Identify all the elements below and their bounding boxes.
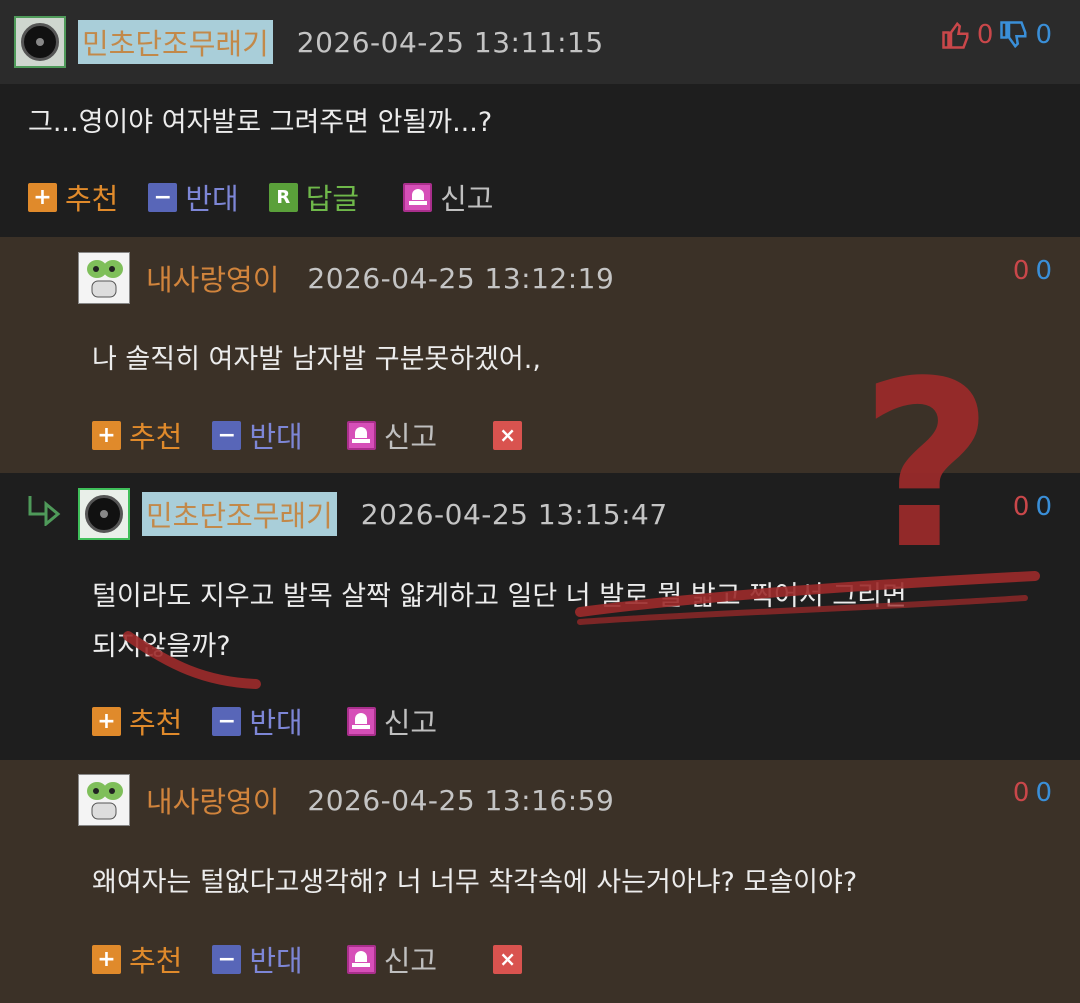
- recommend-button[interactable]: + 추천: [92, 414, 182, 456]
- comment-4-header: 내사랑영이 2026-04-25 13:16:59: [78, 774, 614, 826]
- gauge-disk-icon: [21, 23, 59, 61]
- minus-icon: −: [212, 420, 242, 450]
- report-button[interactable]: 신고: [346, 938, 437, 980]
- upvote-count: 0: [976, 20, 994, 50]
- comment-timestamp: 2026-04-25 13:15:47: [360, 497, 668, 531]
- comment-4-votes: 0 0: [1013, 778, 1052, 808]
- siren-icon: [403, 182, 433, 212]
- comment-3-actions: + 추천 − 반대 신고: [92, 700, 467, 742]
- comment-body-line-1: 털이라도 지우고 발목 살짝 얇게하고 일단 너 발로 뭘 밟고 찍어서 그리면: [92, 581, 907, 612]
- recommend-button[interactable]: + 추천: [92, 938, 182, 980]
- frog-character-icon: [87, 260, 123, 298]
- comment-1-actions: + 추천 − 반대 R 답글 신고: [28, 176, 524, 218]
- plus-icon: +: [92, 944, 121, 974]
- avatar[interactable]: [14, 16, 66, 68]
- minus-icon: −: [148, 182, 178, 212]
- comment-3-header: 민초단조무래기 2026-04-25 13:15:47: [78, 488, 668, 540]
- comment-2-header: 내사랑영이 2026-04-25 13:12:19: [78, 252, 614, 304]
- downvote-count: 0: [1035, 492, 1052, 522]
- avatar[interactable]: [78, 774, 130, 826]
- comment-1-header: 민초단조무래기 2026-04-25 13:11:15: [14, 16, 604, 68]
- delete-button[interactable]: ×: [493, 420, 530, 450]
- recommend-button[interactable]: + 추천: [28, 176, 118, 218]
- comment-timestamp: 2026-04-25 13:11:15: [296, 25, 604, 59]
- comment-timestamp: 2026-04-25 13:12:19: [307, 261, 615, 295]
- comment-2-votes: 0 0: [1013, 256, 1052, 286]
- frog-character-icon: [87, 782, 123, 820]
- downvote-count: 0: [1035, 20, 1052, 50]
- oppose-button[interactable]: − 반대: [212, 700, 303, 742]
- close-icon: ×: [493, 944, 523, 974]
- comment-2-actions: + 추천 − 반대 신고 ×: [92, 414, 560, 456]
- downvote-count: 0: [1035, 778, 1052, 808]
- plus-icon: +: [92, 706, 121, 736]
- avatar[interactable]: [78, 488, 130, 540]
- oppose-button[interactable]: − 반대: [148, 176, 239, 218]
- comment-author[interactable]: 민초단조무래기: [78, 20, 273, 64]
- thumbs-down-icon[interactable]: [999, 20, 1029, 50]
- reply-arrow-icon: [28, 496, 61, 526]
- upvote-count: 0: [1012, 778, 1030, 808]
- siren-icon: [346, 944, 376, 974]
- comment-3-votes: 0 0: [1013, 492, 1052, 522]
- comment-body: 왜여자는 털없다고생각해? 너 너무 착각속에 사는거아냐? 모솔이야?: [92, 867, 858, 898]
- comment-author[interactable]: 민초단조무래기: [142, 492, 337, 536]
- report-button[interactable]: 신고: [403, 176, 494, 218]
- upvote-count: 0: [1012, 492, 1030, 522]
- close-icon: ×: [493, 420, 523, 450]
- reply-r-icon: R: [268, 182, 298, 212]
- plus-icon: +: [92, 420, 121, 450]
- report-button[interactable]: 신고: [346, 700, 437, 742]
- comment-body: 그...영이야 여자발로 그려주면 안될까...?: [28, 107, 493, 138]
- oppose-button[interactable]: − 반대: [212, 414, 303, 456]
- delete-button[interactable]: ×: [493, 944, 530, 974]
- comment-1-votes: 0 0: [941, 20, 1052, 50]
- reply-button[interactable]: R 답글: [268, 176, 359, 218]
- thumbs-up-icon[interactable]: [941, 20, 971, 50]
- comment-body: 나 솔직히 여자발 남자발 구분못하겠어.,: [92, 344, 541, 375]
- gauge-disk-icon: [85, 495, 123, 533]
- recommend-button[interactable]: + 추천: [92, 700, 182, 742]
- comment-timestamp: 2026-04-25 13:16:59: [307, 783, 615, 817]
- report-button[interactable]: 신고: [346, 414, 437, 456]
- plus-icon: +: [28, 182, 57, 212]
- oppose-button[interactable]: − 반대: [212, 938, 303, 980]
- downvote-count: 0: [1035, 256, 1052, 286]
- siren-icon: [346, 420, 376, 450]
- comment-4-actions: + 추천 − 반대 신고 ×: [92, 938, 560, 980]
- comment-body-line-2: 되지않을까?: [92, 631, 231, 662]
- siren-icon: [346, 706, 376, 736]
- comment-author[interactable]: 내사랑영이: [142, 778, 283, 822]
- avatar[interactable]: [78, 252, 130, 304]
- minus-icon: −: [212, 944, 242, 974]
- upvote-count: 0: [1012, 256, 1030, 286]
- comment-author[interactable]: 내사랑영이: [142, 256, 283, 300]
- minus-icon: −: [212, 706, 242, 736]
